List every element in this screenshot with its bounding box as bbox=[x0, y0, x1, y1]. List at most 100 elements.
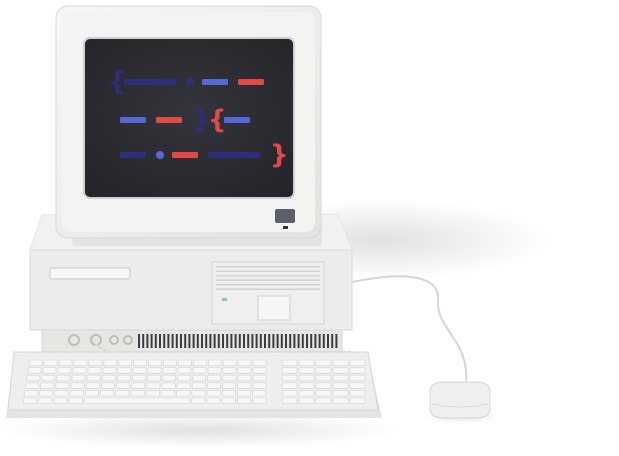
brace-close-icon: } bbox=[270, 140, 289, 170]
code-dash bbox=[202, 79, 228, 85]
key bbox=[237, 390, 252, 397]
key bbox=[86, 374, 101, 382]
code-dash bbox=[124, 79, 176, 85]
vent-slot bbox=[209, 334, 212, 348]
vent-slot bbox=[331, 334, 334, 348]
key bbox=[40, 382, 55, 389]
key bbox=[207, 367, 222, 374]
key bbox=[252, 397, 267, 404]
numpad-key bbox=[281, 390, 298, 397]
key bbox=[252, 390, 267, 397]
vent-slot bbox=[205, 334, 208, 348]
key bbox=[147, 374, 161, 382]
numpad-key bbox=[349, 397, 366, 404]
key bbox=[39, 390, 54, 397]
key bbox=[53, 397, 68, 404]
key bbox=[132, 374, 146, 382]
vent-slot bbox=[268, 334, 271, 348]
key bbox=[178, 359, 192, 366]
vent-slot bbox=[247, 334, 250, 348]
numpad-key bbox=[315, 390, 332, 397]
vent-slot bbox=[188, 334, 191, 348]
key bbox=[22, 397, 37, 404]
numpad-key bbox=[332, 390, 349, 397]
numpad-key bbox=[281, 367, 298, 374]
numpad-key bbox=[298, 359, 315, 366]
key bbox=[100, 390, 115, 397]
numpad-key bbox=[332, 367, 349, 374]
key bbox=[237, 382, 252, 389]
monitor: {}{} bbox=[55, 5, 322, 246]
panel-vent-line bbox=[216, 270, 320, 272]
key bbox=[28, 359, 43, 366]
key bbox=[27, 367, 42, 374]
key bbox=[85, 390, 99, 397]
numpad-key bbox=[281, 397, 298, 404]
key bbox=[117, 367, 132, 374]
key bbox=[222, 367, 237, 374]
numpad-key bbox=[349, 367, 366, 374]
vent-slot bbox=[251, 334, 254, 348]
numpad-key bbox=[332, 382, 349, 389]
vent-slot bbox=[322, 334, 325, 348]
key bbox=[222, 374, 237, 382]
key bbox=[85, 382, 100, 389]
key bbox=[221, 397, 236, 404]
key bbox=[192, 374, 206, 382]
key bbox=[26, 374, 41, 382]
vent-slot bbox=[201, 334, 203, 348]
vent-slot bbox=[255, 334, 258, 348]
key bbox=[206, 390, 221, 397]
key bbox=[115, 390, 130, 397]
numpad-key bbox=[298, 397, 315, 404]
key bbox=[55, 382, 70, 389]
key bbox=[163, 359, 177, 366]
key bbox=[252, 374, 267, 382]
key bbox=[133, 359, 147, 366]
numpad-key bbox=[349, 382, 366, 389]
key bbox=[73, 359, 88, 366]
key bbox=[207, 382, 221, 389]
key bbox=[103, 359, 118, 366]
key bbox=[68, 397, 83, 404]
vent-slot bbox=[285, 334, 287, 348]
numpad-key bbox=[298, 382, 315, 389]
vent-slot bbox=[163, 334, 166, 348]
code-dash bbox=[208, 152, 260, 158]
key bbox=[252, 359, 267, 366]
vent-slot bbox=[154, 334, 157, 348]
code-dash bbox=[120, 152, 146, 158]
vent-slot bbox=[196, 334, 199, 348]
vent-slot bbox=[280, 334, 283, 348]
numpad-key bbox=[315, 359, 332, 366]
key bbox=[57, 367, 72, 374]
vent-slot bbox=[335, 334, 338, 348]
vent-slot bbox=[293, 334, 296, 348]
monitor-led bbox=[283, 226, 288, 229]
code-dash bbox=[238, 79, 264, 85]
key bbox=[237, 367, 252, 374]
numpad-key bbox=[315, 367, 332, 374]
key bbox=[177, 374, 191, 382]
key bbox=[161, 382, 176, 389]
key bbox=[222, 382, 237, 389]
key bbox=[71, 374, 86, 382]
key bbox=[252, 382, 267, 389]
key bbox=[177, 367, 192, 374]
numpad-key bbox=[298, 374, 315, 382]
key bbox=[237, 359, 252, 366]
numpad-key bbox=[315, 374, 332, 382]
vent-slot bbox=[192, 334, 195, 348]
key bbox=[116, 374, 131, 382]
key bbox=[237, 374, 252, 382]
brace-open-icon: { bbox=[108, 67, 127, 97]
vent-slot bbox=[167, 334, 170, 348]
key bbox=[24, 390, 38, 397]
key bbox=[145, 390, 160, 397]
key bbox=[131, 382, 146, 389]
key bbox=[101, 374, 116, 382]
code-dot bbox=[186, 78, 194, 86]
numpad-key bbox=[332, 397, 349, 404]
vent-slot bbox=[146, 334, 149, 348]
key bbox=[176, 382, 191, 389]
